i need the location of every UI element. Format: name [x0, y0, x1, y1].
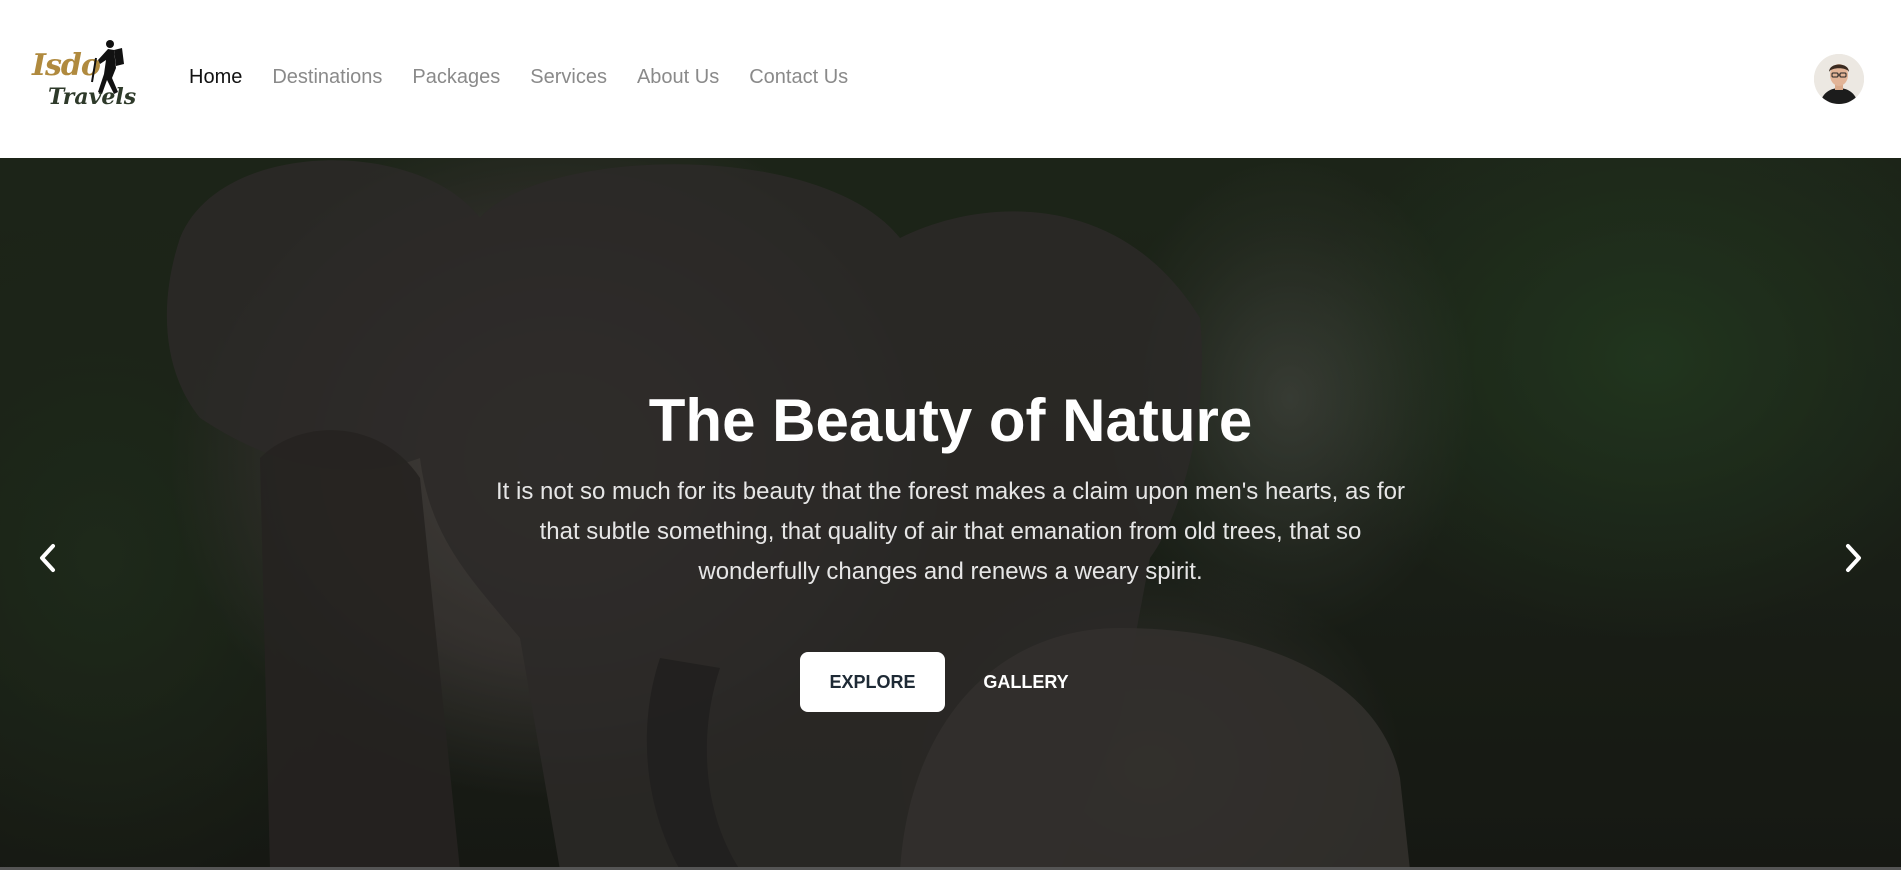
nav-item-contact-us[interactable]: Contact Us [749, 66, 848, 89]
site-header: Isdo Travels Home Destinations Packages … [0, 0, 1901, 158]
user-avatar[interactable] [1814, 54, 1864, 104]
chevron-left-icon [40, 544, 55, 572]
chevron-right-icon [1846, 544, 1861, 572]
explore-button[interactable]: EXPLORE [800, 652, 945, 712]
main-nav: Home Destinations Packages Services Abou… [189, 66, 878, 89]
hero-title: The Beauty of Nature [648, 387, 1253, 454]
nav-item-about-us[interactable]: About Us [637, 66, 719, 89]
hero-carousel: The Beauty of Nature It is not so much f… [0, 158, 1901, 870]
nav-item-home[interactable]: Home [189, 66, 242, 89]
nav-item-destinations[interactable]: Destinations [272, 66, 382, 89]
brand-logo[interactable]: Isdo Travels [28, 38, 136, 116]
carousel-next-button[interactable] [1834, 528, 1874, 588]
hero-description: It is not so much for its beauty that th… [496, 478, 1405, 585]
logo-text-secondary: Travels [48, 84, 137, 110]
carousel-prev-button[interactable] [27, 528, 67, 588]
gallery-button[interactable]: GALLERY [970, 652, 1082, 712]
nav-item-packages[interactable]: Packages [412, 66, 500, 89]
user-avatar-icon [1814, 54, 1864, 104]
nav-item-services[interactable]: Services [530, 66, 607, 89]
